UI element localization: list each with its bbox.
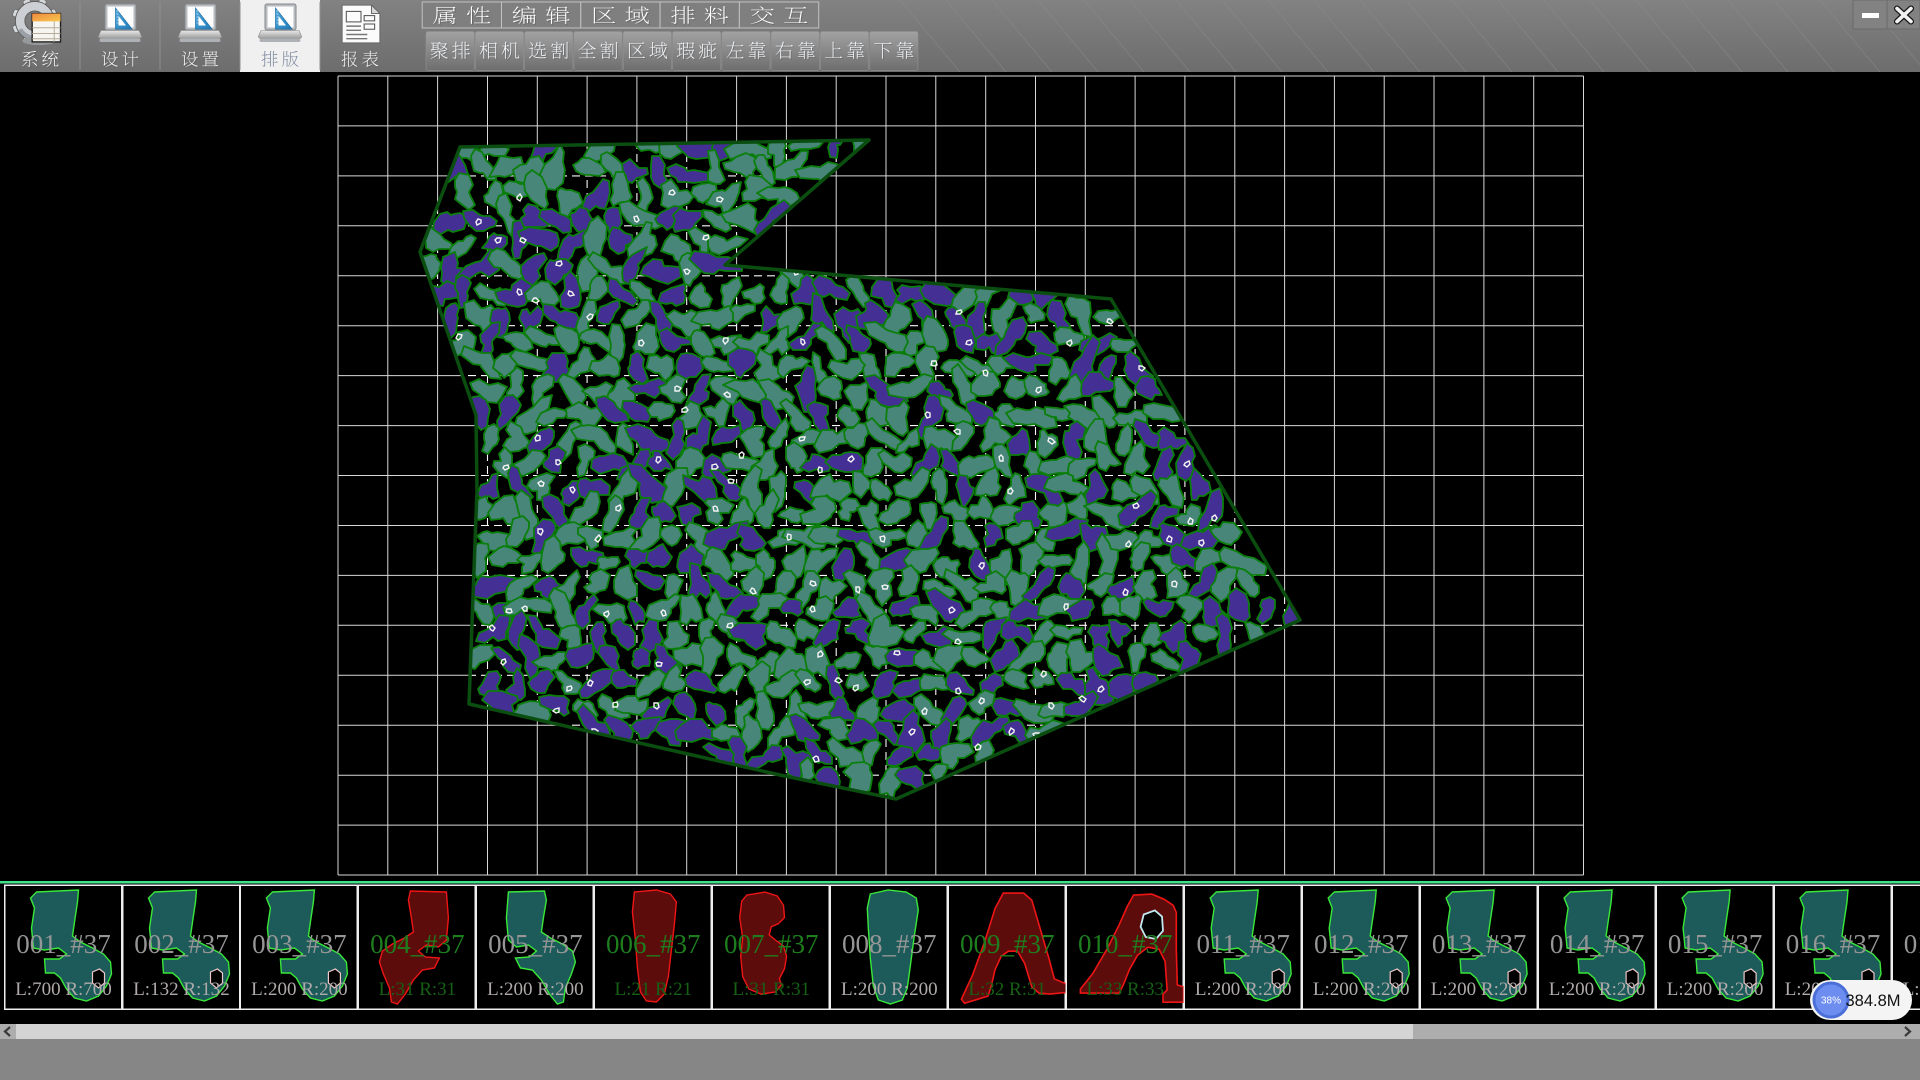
svg-text:L:33 R:33: L:33 R:33 xyxy=(1086,979,1164,1000)
svg-text:015_#37: 015_#37 xyxy=(1668,929,1763,959)
svg-text:012_#37: 012_#37 xyxy=(1314,929,1409,959)
svg-text:L:200 R:200: L:200 R:200 xyxy=(1195,979,1292,1000)
svg-text:003_#37: 003_#37 xyxy=(252,929,347,959)
svg-text:016_#37: 016_#37 xyxy=(1786,929,1881,959)
svg-text:002_#37: 002_#37 xyxy=(134,929,229,959)
svg-text:011_#37: 011_#37 xyxy=(1196,929,1290,959)
svg-text:384.8M: 384.8M xyxy=(1845,992,1900,1010)
svg-text:L:700 R:700: L:700 R:700 xyxy=(15,979,112,1000)
svg-text:L:31 R:31: L:31 R:31 xyxy=(733,979,811,1000)
svg-text:L:132 R:132: L:132 R:132 xyxy=(133,979,230,1000)
svg-text:L:32 R:31: L:32 R:31 xyxy=(968,979,1046,1000)
svg-text:L:200 R:200: L:200 R:200 xyxy=(1549,979,1646,1000)
svg-text:L:200 R:200: L:200 R:200 xyxy=(1431,979,1528,1000)
svg-text:017_#37: 017_#37 xyxy=(1904,929,1920,959)
svg-text:38%: 38% xyxy=(1821,996,1841,1007)
svg-text:014_#37: 014_#37 xyxy=(1550,929,1645,959)
svg-text:008_#37: 008_#37 xyxy=(842,929,937,959)
svg-text:L:200 R:200: L:200 R:200 xyxy=(1313,979,1410,1000)
svg-text:L:31 R:31: L:31 R:31 xyxy=(379,979,457,1000)
svg-text:L:200 R:200: L:200 R:200 xyxy=(487,979,584,1000)
svg-text:L:200 R:200: L:200 R:200 xyxy=(251,979,348,1000)
svg-text:005_#37: 005_#37 xyxy=(488,929,583,959)
svg-text:L:200 R:200: L:200 R:200 xyxy=(841,979,938,1000)
svg-text:004_#37: 004_#37 xyxy=(370,929,465,959)
svg-text:L:200 R:200: L:200 R:200 xyxy=(1667,979,1764,1000)
svg-text:013_#37: 013_#37 xyxy=(1432,929,1527,959)
svg-text:009_#37: 009_#37 xyxy=(960,929,1055,959)
svg-text:007_#37: 007_#37 xyxy=(724,929,819,959)
svg-text:L:21 R:21: L:21 R:21 xyxy=(615,979,693,1000)
svg-text:001_#37: 001_#37 xyxy=(16,929,111,959)
svg-text:006_#37: 006_#37 xyxy=(606,929,701,959)
svg-text:010_#37: 010_#37 xyxy=(1078,929,1173,959)
